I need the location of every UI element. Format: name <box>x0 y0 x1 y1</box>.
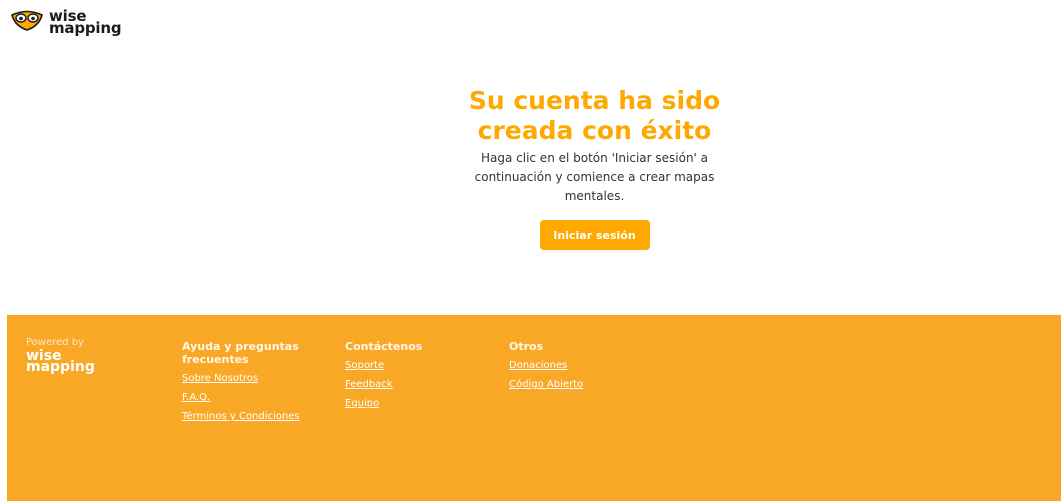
footer-others-column: Otros Donaciones Código Abierto <box>509 340 583 394</box>
success-message: Haga clic en el botón 'Iniciar sesión' a… <box>474 151 715 203</box>
logo-text: wise mapping <box>49 9 122 37</box>
powered-by: Powered by wise mapping <box>26 337 95 375</box>
logo-text-line2: mapping <box>49 19 122 37</box>
footer-link-donations[interactable]: Donaciones <box>509 356 583 375</box>
footer-help-title-line1: Ayuda y preguntas <box>182 340 299 353</box>
main-content: Su cuenta ha sido creada con éxito Haga … <box>0 86 1061 250</box>
page: wise mapping Su cuenta ha sido creada co… <box>0 0 1061 501</box>
footer-others-title: Otros <box>509 340 544 353</box>
footer-link-support[interactable]: Soporte <box>345 356 422 375</box>
footer-link-team[interactable]: Equipo <box>345 394 422 413</box>
footer: Powered by wise mapping Ayuda y pregunta… <box>7 315 1061 501</box>
footer-link-open-source[interactable]: Código Abierto <box>509 375 583 394</box>
footer-link-terms[interactable]: Términos y Condiciones <box>182 407 300 426</box>
page-title-line2: creada con éxito <box>477 116 712 145</box>
footer-link-faq[interactable]: F.A.Q. <box>182 388 300 407</box>
footer-help-title-line2: frecuentes <box>182 353 249 366</box>
page-title: Su cuenta ha sido creada con éxito <box>445 86 745 146</box>
footer-contact-column: Contáctenos Soporte Feedback Equipo <box>345 340 422 413</box>
footer-contact-title: Contáctenos <box>345 340 423 353</box>
footer-link-feedback[interactable]: Feedback <box>345 375 422 394</box>
wisemapping-logo-icon <box>8 8 46 36</box>
login-button[interactable]: Iniciar sesión <box>539 220 650 250</box>
page-title-line1: Su cuenta ha sido <box>468 86 721 115</box>
header-logo[interactable]: wise mapping <box>8 8 122 37</box>
footer-link-about[interactable]: Sobre Nosotros <box>182 369 300 388</box>
footer-help-title: Ayuda y preguntas frecuentes <box>182 340 300 366</box>
footer-logo-line2: mapping <box>26 359 95 375</box>
footer-logo[interactable]: wise mapping <box>26 349 95 375</box>
footer-help-column: Ayuda y preguntas frecuentes Sobre Nosot… <box>182 340 300 426</box>
